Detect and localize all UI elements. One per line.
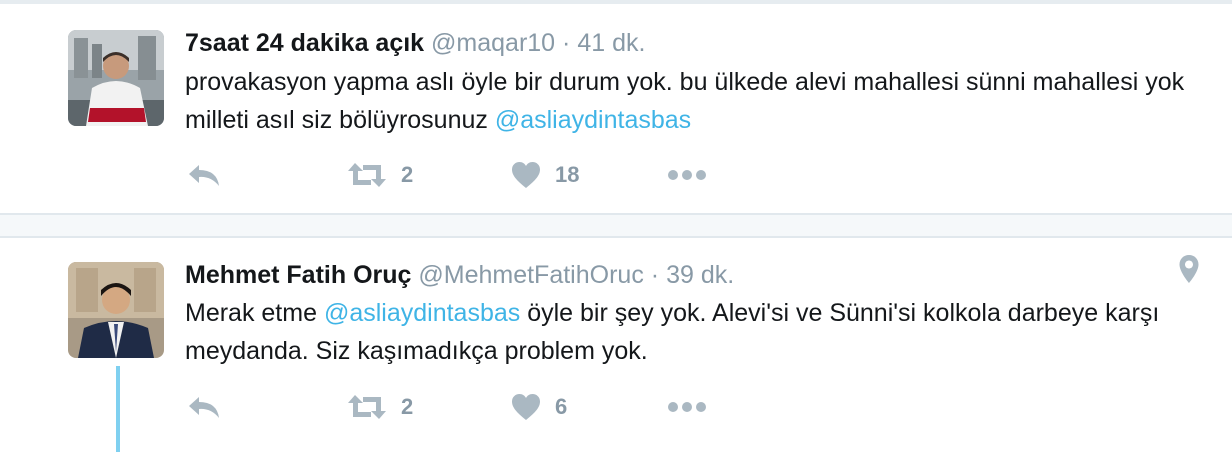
- tweet[interactable]: Mehmet Fatih Oruç @MehmetFatihOruc · 39 …: [0, 238, 1232, 452]
- more-button[interactable]: [667, 387, 707, 427]
- conversation-thread-line: [116, 366, 120, 452]
- avatar[interactable]: [68, 262, 164, 358]
- reply-button[interactable]: [187, 387, 221, 427]
- tweet[interactable]: 7saat 24 dakika açık @maqar10 · 41 dk. p…: [0, 4, 1232, 213]
- retweet-icon: [348, 163, 386, 187]
- heart-icon: [512, 394, 540, 420]
- tweet-text: provakasyon yapma aslı öyle bir durum yo…: [185, 63, 1185, 139]
- timestamp[interactable]: 39 dk.: [666, 261, 734, 289]
- heart-icon: [512, 162, 540, 188]
- tweet-header: Mehmet Fatih Oruç @MehmetFatihOruc · 39 …: [185, 260, 734, 290]
- author-username[interactable]: @MehmetFatihOruc: [418, 261, 643, 289]
- retweet-button[interactable]: 2: [347, 155, 413, 195]
- reply-button[interactable]: [187, 155, 221, 195]
- separator: ·: [562, 29, 571, 57]
- tweet-header: 7saat 24 dakika açık @maqar10 · 41 dk.: [185, 28, 645, 58]
- separator: ·: [650, 261, 660, 289]
- timestamp[interactable]: 41 dk.: [577, 29, 645, 57]
- like-button[interactable]: 6: [511, 387, 567, 427]
- more-icon: [668, 402, 706, 412]
- tweet-text: Merak etme @asliaydintasbas öyle bir şey…: [185, 294, 1185, 370]
- location-pin-icon[interactable]: [1178, 254, 1200, 289]
- mention-link[interactable]: @asliaydintasbas: [495, 106, 691, 134]
- like-count: 18: [555, 162, 580, 187]
- more-icon: [668, 170, 706, 180]
- like-button[interactable]: 18: [511, 155, 579, 195]
- author-fullname[interactable]: Mehmet Fatih Oruç: [185, 261, 411, 289]
- retweet-count: 2: [401, 162, 414, 187]
- reply-icon: [189, 165, 219, 186]
- tweet-actions: 2 6: [185, 387, 745, 427]
- retweet-icon: [348, 395, 386, 419]
- retweet-count: 2: [401, 394, 414, 419]
- reply-icon: [189, 397, 219, 418]
- avatar[interactable]: [68, 30, 164, 126]
- mention-link[interactable]: @asliaydintasbas: [324, 299, 520, 327]
- more-button[interactable]: [667, 155, 707, 195]
- tweet-separator: [0, 213, 1232, 238]
- like-count: 6: [555, 394, 568, 419]
- author-fullname[interactable]: 7saat 24 dakika açık: [185, 29, 424, 57]
- tweet-actions: 2 18: [185, 155, 745, 195]
- retweet-button[interactable]: 2: [347, 387, 413, 427]
- author-username[interactable]: @maqar10: [431, 29, 555, 57]
- tweet-text-body: Merak etme: [185, 299, 324, 327]
